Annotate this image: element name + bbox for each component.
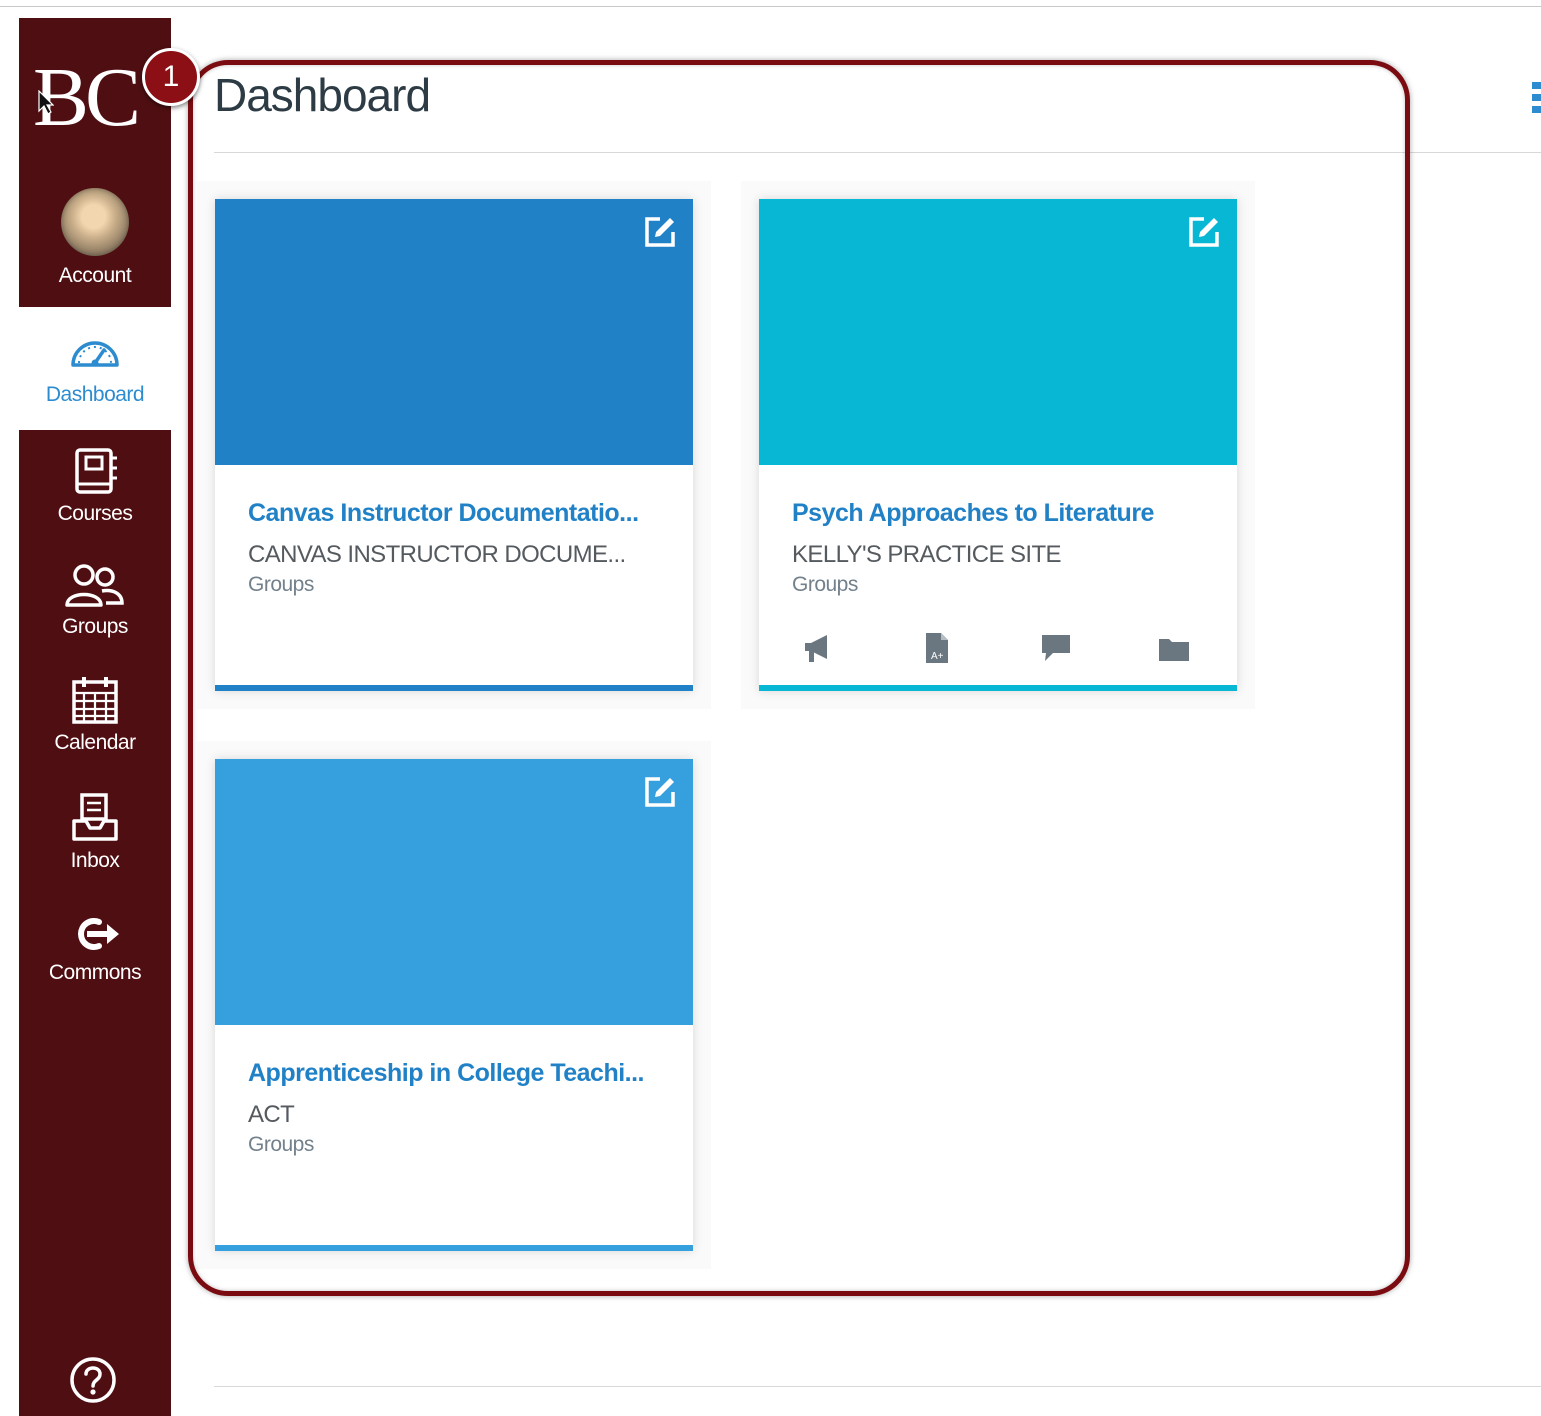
calendar-icon — [19, 675, 171, 725]
inbox-icon — [19, 793, 171, 843]
nav-item-inbox[interactable]: Inbox — [19, 793, 171, 873]
global-nav: BC Account Dashboard Courses Groups Cale… — [19, 18, 171, 1416]
nav-item-label: Dashboard — [45, 383, 145, 406]
nav-item-commons[interactable]: Commons — [19, 915, 171, 985]
nav-item-label: Inbox — [70, 849, 120, 872]
nav-item-label: Groups — [62, 615, 128, 638]
commons-icon — [19, 915, 171, 953]
groups-icon — [19, 563, 171, 607]
nav-item-groups[interactable]: Groups — [19, 563, 171, 639]
nav-item-label: Calendar — [54, 731, 136, 754]
nav-item-label: Commons — [48, 961, 142, 984]
avatar[interactable] — [61, 188, 129, 256]
footer-divider — [214, 1386, 1541, 1387]
cursor-icon — [38, 89, 55, 116]
nav-item-courses[interactable]: Courses — [19, 448, 171, 526]
callout-highlight-frame — [188, 60, 1410, 1296]
speedometer-icon — [19, 333, 171, 373]
nav-item-label: Courses — [57, 502, 133, 525]
nav-item-calendar[interactable]: Calendar — [19, 675, 171, 755]
nav-item-dashboard[interactable]: Dashboard — [19, 307, 171, 430]
dashboard-options-icon[interactable] — [1532, 82, 1541, 118]
courses-icon — [19, 448, 171, 494]
callout-number-badge: 1 — [142, 48, 200, 106]
nav-item-account[interactable]: Account — [19, 188, 171, 288]
nav-item-label: Account — [58, 264, 132, 287]
help-icon[interactable] — [68, 1355, 116, 1403]
top-divider — [0, 6, 1541, 7]
